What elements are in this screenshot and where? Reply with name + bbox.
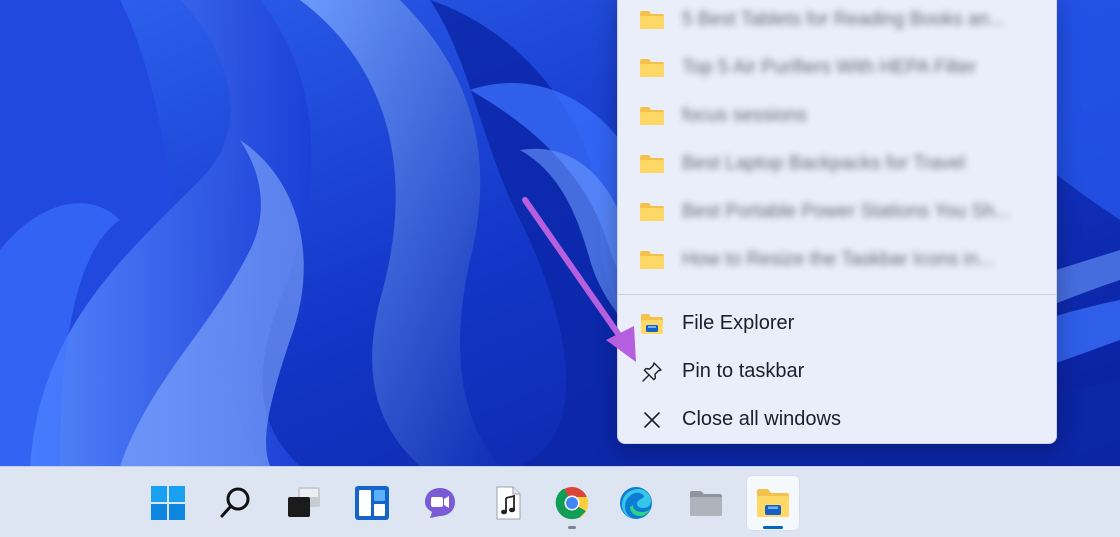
teams-chat-icon [425, 488, 455, 518]
pin-to-taskbar-label: Pin to taskbar [682, 360, 805, 382]
folder-icon [640, 107, 664, 125]
folder-icon [690, 491, 722, 516]
active-indicator [763, 526, 783, 529]
pin-to-taskbar-menu-item[interactable]: Pin to taskbar [618, 347, 1056, 395]
recent-folder-item[interactable]: Best Portable Power Stations You Sh... [618, 187, 1056, 235]
close-all-windows-label: Close all windows [682, 408, 841, 430]
chrome-button[interactable] [545, 475, 599, 531]
folder-button[interactable] [679, 475, 733, 531]
recent-folder-item[interactable]: Best Laptop Backpacks for Travel [618, 139, 1056, 187]
chat-button[interactable] [413, 475, 467, 531]
task-view-button[interactable] [277, 475, 331, 531]
recent-folder-item[interactable]: Top 5 Air Purifiers With HEPA Filter [618, 43, 1056, 91]
recent-item-label: 5 Best Tablets for Reading Books an... [682, 9, 1005, 30]
file-explorer-jump-list: 5 Best Tablets for Reading Books an... T… [617, 0, 1057, 444]
running-indicator [568, 526, 576, 529]
close-icon [644, 412, 660, 428]
recent-folder-item[interactable]: 5 Best Tablets for Reading Books an... [618, 0, 1056, 43]
file-explorer-icon [757, 489, 789, 517]
music-file-button[interactable] [481, 475, 535, 531]
recent-item-label: How to Resize the Taskbar Icons in... [682, 249, 995, 270]
file-explorer-menu-item[interactable]: File Explorer [618, 299, 1056, 347]
task-view-icon [288, 487, 320, 517]
folder-icon [640, 59, 664, 77]
recent-item-label: Best Laptop Backpacks for Travel [682, 153, 966, 174]
windows-logo-icon [151, 486, 185, 520]
taskbar [0, 466, 1120, 537]
edge-icon [620, 487, 652, 519]
search-icon [220, 487, 250, 518]
recent-folder-item[interactable]: How to Resize the Taskbar Icons in... [618, 235, 1056, 283]
folder-icon [640, 155, 664, 173]
recent-item-label: Best Portable Power Stations You Sh... [682, 201, 1011, 222]
music-file-icon [496, 486, 521, 520]
close-all-windows-menu-item[interactable]: Close all windows [618, 395, 1056, 443]
file-explorer-label: File Explorer [682, 312, 795, 334]
folder-icon [640, 11, 664, 29]
file-explorer-taskbar-button[interactable] [746, 475, 800, 531]
edge-button[interactable] [609, 475, 663, 531]
recent-item-label: Top 5 Air Purifiers With HEPA Filter [682, 57, 977, 78]
widgets-icon [355, 486, 389, 520]
folder-icon [640, 203, 664, 221]
search-button[interactable] [209, 475, 263, 531]
file-explorer-icon [641, 314, 663, 334]
recent-item-label: focus sessions [682, 105, 807, 126]
start-button[interactable] [141, 475, 195, 531]
chrome-icon [555, 487, 589, 520]
folder-icon [640, 251, 664, 269]
recent-folder-item[interactable]: focus sessions [618, 91, 1056, 139]
widgets-button[interactable] [345, 475, 399, 531]
menu-divider [618, 294, 1056, 295]
pin-icon [642, 362, 662, 382]
